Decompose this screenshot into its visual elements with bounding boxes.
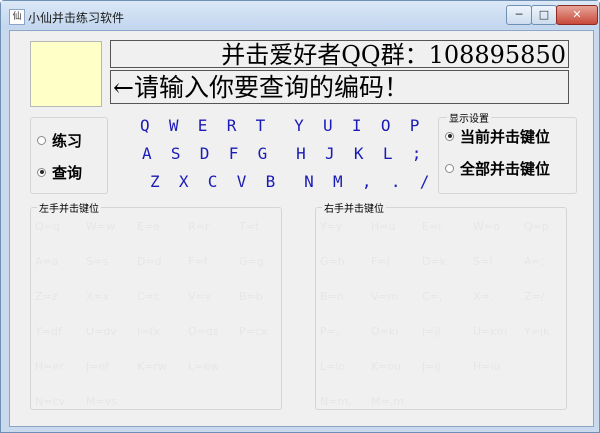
display-current-label: 当前并击键位 [460, 127, 551, 146]
close-button[interactable]: ✕ [556, 5, 598, 25]
mode-query-option[interactable]: 查询 [37, 162, 82, 182]
keyboard-row-bottom: Z X C V B N M , . / [150, 172, 430, 191]
query-prompt: ←请输入你要查询的编码！ [110, 70, 569, 104]
right-hand-key-cell: Z=/ [524, 290, 545, 303]
radio-current[interactable] [445, 131, 454, 141]
display-all-label: 全部并击键位 [460, 159, 551, 178]
right-hand-key-cell: X=. [473, 290, 494, 303]
right-hand-key-cell: Y=y [320, 220, 343, 233]
left-hand-key-cell: X=x [86, 290, 110, 303]
keyboard-layout: Q W E R T Y U I O P A S D F G H J K L ; … [128, 115, 430, 195]
minimize-button[interactable]: ─ [506, 5, 532, 25]
right-hand-key-cell: M=,m [371, 395, 404, 408]
left-hand-key-cell: B=b [239, 290, 263, 303]
left-hand-key-cell: L=ew [188, 360, 220, 373]
keyboard-row-top: Q W E R T Y U I O P [140, 116, 420, 135]
right-hand-key-cell: H=u [371, 220, 396, 233]
left-hand-key-cell: C=c [137, 290, 160, 303]
right-hand-key-cell: N=m, [320, 395, 352, 408]
mode-query-label: 查询 [52, 163, 83, 182]
client-area: 并击爱好者QQ群：108895850 ←请输入你要查询的编码！ 练习 查询 Q … [9, 30, 594, 427]
right-hand-key-cell: V=m [371, 290, 399, 303]
display-all-option[interactable]: 全部并击键位 [445, 158, 550, 178]
right-hand-key-cell: U=km [473, 325, 508, 338]
left-hand-key-cell: H=er [35, 360, 64, 373]
radio-query[interactable] [37, 167, 46, 177]
title-bar[interactable]: 仙 小仙并击练习软件 ─ □ ✕ [1, 1, 599, 29]
left-hand-group: 左手并击键位 Q=q W=w E=e R=r T=t A=a S=s D=d F=f G=g Z=z… [30, 200, 282, 410]
code-input-box[interactable] [30, 41, 102, 107]
right-hand-key-cell: C=, [422, 290, 443, 303]
right-hand-key-cell: I=jl [422, 325, 441, 338]
right-hand-key-cell: Y=jk [524, 325, 550, 338]
right-hand-key-cell: B=n [320, 290, 344, 303]
left-hand-key-cell: M=vs [86, 395, 117, 408]
left-hand-key-cell: W=w [86, 220, 116, 233]
left-hand-key-cell: N=cv [35, 395, 66, 408]
app-icon: 仙 [9, 9, 25, 25]
display-current-option[interactable]: 当前并击键位 [445, 126, 550, 146]
left-hand-key-cell: O=ds [188, 325, 219, 338]
right-hand-key-cell: H=iu [473, 360, 501, 373]
left-hand-key-cell: F=f [188, 255, 208, 268]
left-hand-key-cell: Q=q [35, 220, 60, 233]
qq-group-banner: 并击爱好者QQ群：108895850 [110, 40, 569, 68]
left-hand-key-cell: J=ef [86, 360, 110, 373]
right-hand-key-cell: J=ij [422, 360, 441, 373]
right-hand-key-cell: A=; [524, 255, 545, 268]
right-hand-key-cell: O=kl [371, 325, 399, 338]
left-hand-key-cell: R=r [188, 220, 210, 233]
left-hand-key-cell: Z=z [35, 290, 58, 303]
display-settings-group: 显示设置 当前并击键位 全部并击键位 [438, 110, 577, 194]
left-hand-key-cell: E=e [137, 220, 160, 233]
right-hand-key-cell: L=io [320, 360, 346, 373]
left-hand-key-cell: P=cx [239, 325, 268, 338]
right-hand-key-cell: Q=p [524, 220, 549, 233]
left-hand-key-cell: S=s [86, 255, 108, 268]
right-hand-key-cell: E=i [422, 220, 442, 233]
right-hand-key-cell: F=j [371, 255, 390, 268]
left-hand-key-cell: U=dv [86, 325, 117, 338]
right-hand-group-label: 右手并击键位 [322, 200, 386, 215]
display-settings-label: 显示设置 [447, 110, 491, 125]
mode-practice-label: 练习 [52, 131, 83, 150]
radio-practice[interactable] [37, 135, 46, 145]
right-hand-key-cell: W=o [473, 220, 500, 233]
left-hand-key-cell: D=d [137, 255, 162, 268]
left-hand-key-cell: V=v [188, 290, 212, 303]
mode-practice-option[interactable]: 练习 [37, 130, 82, 150]
right-hand-key-cell: P=,. [320, 325, 343, 338]
mode-group: 练习 查询 [30, 117, 108, 194]
right-hand-key-cell: G=h [320, 255, 345, 268]
radio-all[interactable] [445, 163, 454, 173]
left-hand-key-cell: Y=df [35, 325, 62, 338]
left-hand-key-cell: A=a [35, 255, 59, 268]
app-window: 仙 小仙并击练习软件 ─ □ ✕ 并击爱好者QQ群：108895850 ←请输入… [0, 0, 600, 433]
left-hand-group-label: 左手并击键位 [37, 200, 101, 215]
left-hand-key-cell: T=t [239, 220, 260, 233]
keyboard-row-home: A S D F G H J K L ; [142, 144, 422, 163]
left-hand-key-cell: K=rw [137, 360, 167, 373]
window-title: 小仙并击练习软件 [28, 11, 125, 25]
right-hand-key-cell: S=l [473, 255, 493, 268]
left-hand-key-cell: G=g [239, 255, 264, 268]
right-hand-group: 右手并击键位 Y=y H=u E=i W=o Q=p G=h F=j D=k S=l A=; B=n… [315, 200, 567, 410]
maximize-button[interactable]: □ [531, 5, 557, 25]
right-hand-key-cell: K=ou [371, 360, 402, 373]
right-hand-key-cell: D=k [422, 255, 447, 268]
left-hand-key-cell: I=fx [137, 325, 160, 338]
